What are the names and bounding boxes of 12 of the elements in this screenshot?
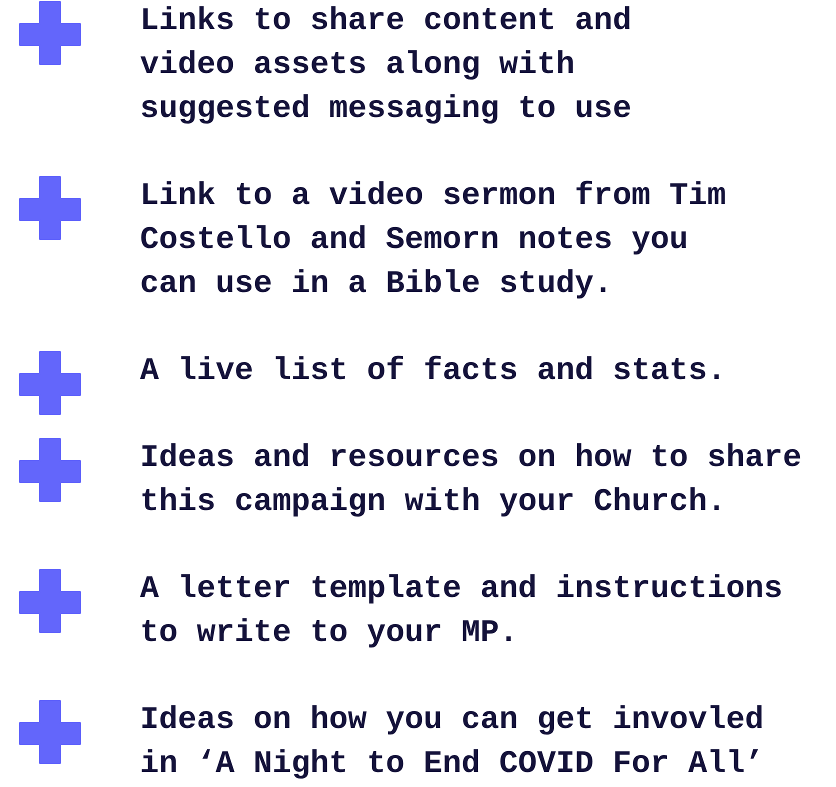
plus-icon — [18, 437, 82, 503]
list-item-text: A letter template and instructions to write to your MP. — [140, 571, 783, 653]
plus-icon — [18, 350, 82, 416]
list-item-text: Ideas on how you can get invovled in ‘A Night to End COVID For All’ — [140, 702, 764, 784]
list-item-text: Link to a video sermon from Tim Costello and Semorn notes you can use in a Bible study. — [140, 178, 726, 304]
list-item-text: A live list of facts and stats. — [140, 353, 726, 391]
plus-icon — [18, 699, 82, 765]
list-item-text: Ideas and resources on how to share this campaign with your Church. — [140, 440, 802, 522]
plus-icon — [18, 175, 82, 241]
plus-icon — [18, 0, 82, 66]
plus-icon — [18, 568, 82, 634]
list-item-text: Links to share content and video assets along with suggested messaging to use — [140, 3, 632, 129]
